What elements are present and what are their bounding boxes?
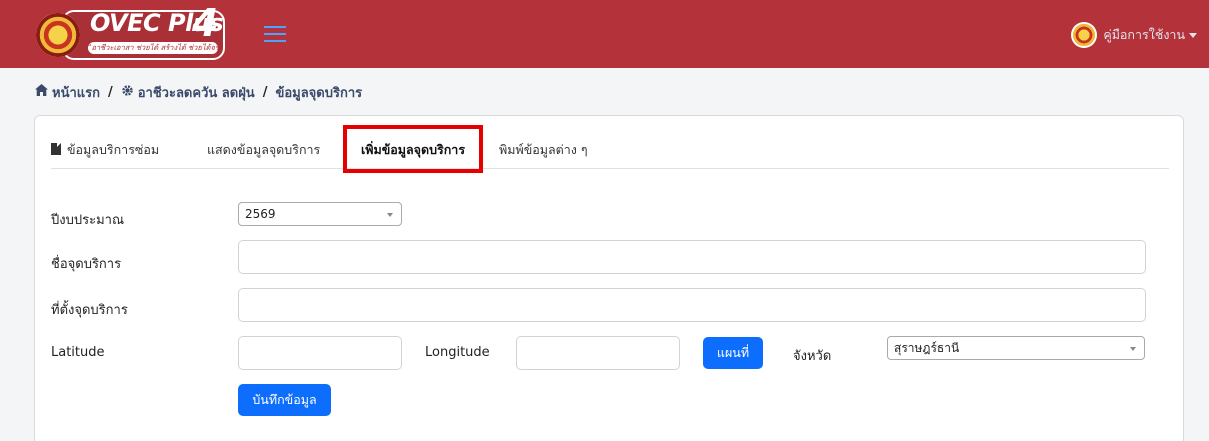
breadcrumb-current: ข้อมูลจุดบริการ xyxy=(275,85,363,101)
breadcrumb-home[interactable]: หน้าแรก xyxy=(52,82,100,103)
fiscal-year-select[interactable]: 2569 xyxy=(238,202,402,226)
avatar xyxy=(1071,22,1098,48)
longitude-input[interactable] xyxy=(516,336,680,370)
map-button[interactable]: แผนที่ xyxy=(703,337,763,369)
tab-bar: ข้อมูลบริการซ่อม แสดงข้อมูลจุดบริการ เพิ… xyxy=(51,125,1169,173)
home-icon xyxy=(35,84,48,100)
chevron-down-icon xyxy=(1130,347,1136,351)
service-location-input[interactable] xyxy=(238,288,1146,322)
save-button[interactable]: บันทึกข้อมูล xyxy=(238,384,331,416)
tab-print-data[interactable]: พิมพ์ข้อมูลต่าง ๆ xyxy=(499,131,629,169)
latitude-label: Latitude xyxy=(51,345,105,360)
province-label: จังหวัด xyxy=(793,349,832,364)
breadcrumb: หน้าแรก / อาชีวะลดควัน ลดฝุ่น / ข้อมูลจุ… xyxy=(35,83,362,101)
gear-icon xyxy=(121,84,134,101)
ovec-seal-icon xyxy=(36,13,80,57)
breadcrumb-separator: / xyxy=(262,84,268,100)
app-logo[interactable]: OVEC Plus 4 "อาชีวะเอาสา ช่วยได้ สร้างได… xyxy=(32,1,229,60)
longitude-label: Longitude xyxy=(425,345,490,360)
service-name-label: ชื่อจุดบริการ xyxy=(51,257,122,272)
province-select[interactable]: สุราษฎร์ธานี xyxy=(887,336,1145,360)
year-label: ปีงบประมาณ xyxy=(51,213,124,228)
breadcrumb-separator: / xyxy=(108,84,113,100)
menu-toggle-icon[interactable] xyxy=(264,25,286,43)
logo-tagline: "อาชีวะเอาสา ช่วยได้ สร้างได้ ช่วยได้จริ… xyxy=(88,42,218,54)
caret-down-icon xyxy=(1189,32,1197,38)
user-manual-menu[interactable]: คู่มือการใช้งาน xyxy=(1071,22,1197,48)
service-name-input[interactable] xyxy=(238,240,1146,274)
file-icon xyxy=(51,143,61,155)
service-location-label: ที่ตั้งจุดบริการ xyxy=(51,303,128,318)
chevron-down-icon xyxy=(387,213,393,217)
breadcrumb-section[interactable]: อาชีวะลดควัน ลดฝุ่น xyxy=(138,82,255,103)
tab-repair-service-info[interactable]: ข้อมูลบริการซ่อม xyxy=(51,131,191,169)
tab-show-service-points[interactable]: แสดงข้อมูลจุดบริการ xyxy=(207,131,341,169)
service-point-card: ข้อมูลบริการซ่อม แสดงข้อมูลจุดบริการ เพิ… xyxy=(34,115,1184,441)
latitude-input[interactable] xyxy=(238,336,402,370)
tab-add-service-point[interactable]: เพิ่มข้อมูลจุดบริการ xyxy=(343,125,483,173)
logo-number: 4 xyxy=(192,1,219,45)
user-menu-label: คู่มือการใช้งาน xyxy=(1103,27,1185,42)
top-navbar: OVEC Plus 4 "อาชีวะเอาสา ช่วยได้ สร้างได… xyxy=(0,0,1209,68)
